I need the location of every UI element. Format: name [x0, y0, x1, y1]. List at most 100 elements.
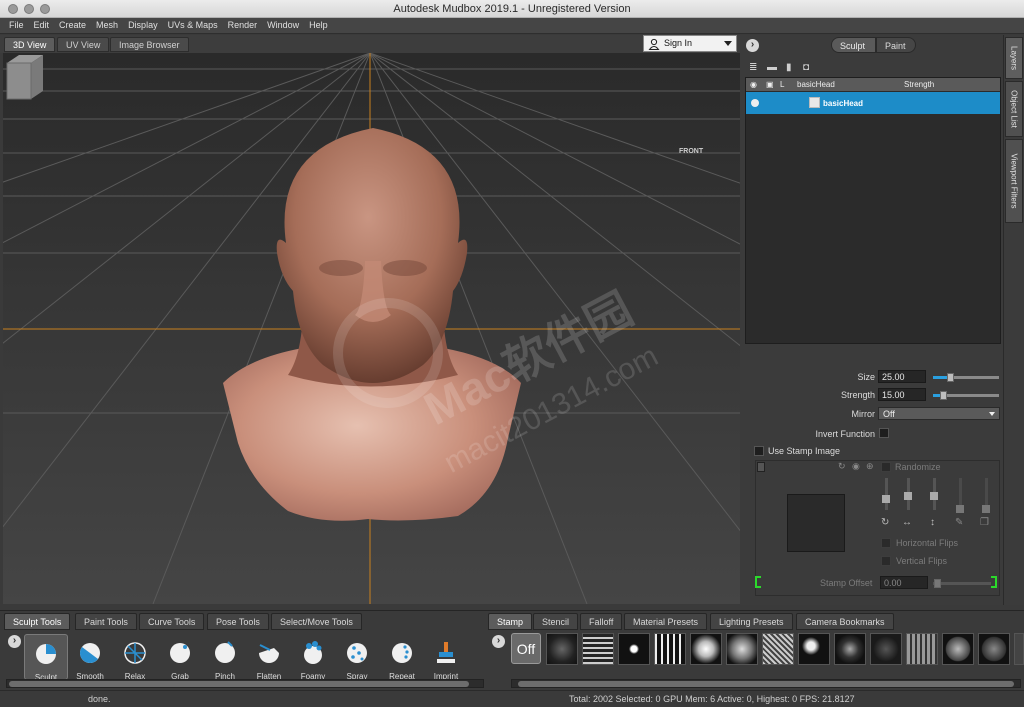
- invert-function-checkbox[interactable]: [879, 428, 889, 438]
- stamp-tray-expand-button[interactable]: ›: [492, 635, 505, 648]
- eye-icon[interactable]: ◉: [750, 80, 757, 89]
- vertical-flips-checkbox[interactable]: [881, 556, 891, 566]
- menu-file[interactable]: File: [0, 18, 29, 32]
- menu-edit[interactable]: Edit: [29, 18, 55, 32]
- use-stamp-image-checkbox[interactable]: [754, 446, 764, 456]
- side-tabs: Layers Object List Viewport Filters: [1003, 35, 1024, 605]
- tab-stamp[interactable]: Stamp: [488, 613, 533, 630]
- menu-window[interactable]: Window: [262, 18, 304, 32]
- tab-material-presets[interactable]: Material Presets: [624, 613, 708, 630]
- stamp-thumb[interactable]: [762, 633, 794, 665]
- tool-foamy[interactable]: Foamy: [291, 634, 335, 680]
- tab-sculpt-tools[interactable]: Sculpt Tools: [4, 613, 71, 630]
- tab-stencil[interactable]: Stencil: [533, 613, 579, 630]
- rotate-icon[interactable]: ↻: [838, 461, 846, 472]
- randomize-checkbox[interactable]: [881, 462, 891, 472]
- tool-spray[interactable]: Spray: [335, 634, 379, 680]
- visibility-dot-icon[interactable]: [751, 99, 759, 107]
- collapse-panel-button[interactable]: ›: [746, 39, 759, 52]
- tool-repeat[interactable]: Repeat: [380, 634, 424, 680]
- horizontal-flips-checkbox[interactable]: [881, 538, 891, 548]
- stamp-scroll-handle[interactable]: [757, 462, 765, 472]
- tool-relax[interactable]: Relax: [113, 634, 157, 680]
- 3d-viewport[interactable]: FRONT Mac软件园 macit201314.com: [3, 53, 740, 604]
- stamp-thumb[interactable]: [726, 633, 758, 665]
- tab-pose-tools[interactable]: Pose Tools: [207, 613, 269, 630]
- layer-name-column: basicHead: [797, 80, 835, 89]
- side-tab-object-list[interactable]: Object List: [1005, 81, 1023, 137]
- new-layer-icon[interactable]: ≣: [749, 62, 757, 73]
- mirror-dropdown[interactable]: Off: [878, 407, 1000, 420]
- stamp-offset-slider[interactable]: [933, 579, 991, 588]
- side-tab-layers[interactable]: Layers: [1005, 37, 1023, 79]
- stamp-thumb[interactable]: [618, 633, 650, 665]
- mirror-label: Mirror: [851, 409, 876, 419]
- stamp-thumb[interactable]: [978, 633, 1010, 665]
- menu-help[interactable]: Help: [304, 18, 333, 32]
- tab-paint-tools[interactable]: Paint Tools: [75, 613, 137, 630]
- stamp-thumb[interactable]: [690, 633, 722, 665]
- tool-flatten[interactable]: Flatten: [247, 634, 291, 680]
- stamp-preview-box[interactable]: [787, 494, 845, 552]
- sculpt-mode-button[interactable]: Sculpt: [831, 37, 876, 53]
- globe-icon[interactable]: ⊕: [866, 461, 874, 472]
- tool-imprint[interactable]: Imprint: [424, 634, 468, 680]
- strength-field[interactable]: 15.00: [878, 388, 926, 401]
- stamp-thumb[interactable]: [942, 633, 974, 665]
- tool-pinch[interactable]: Pinch: [203, 634, 247, 680]
- stamp-thumb[interactable]: [546, 633, 578, 665]
- stamp-thumb[interactable]: [1014, 633, 1024, 665]
- tab-3d-view[interactable]: 3D View: [4, 37, 56, 52]
- tab-curve-tools[interactable]: Curve Tools: [139, 613, 205, 630]
- menu-display[interactable]: Display: [123, 18, 163, 32]
- tab-uv-view[interactable]: UV View: [57, 37, 110, 52]
- menu-render[interactable]: Render: [223, 18, 263, 32]
- copy-icon[interactable]: ❐: [980, 517, 989, 528]
- paint-mode-button[interactable]: Paint: [876, 37, 916, 53]
- grab-tool-icon: [170, 643, 190, 663]
- stamp-slider-1[interactable]: [885, 478, 888, 510]
- tab-image-browser[interactable]: Image Browser: [110, 37, 189, 52]
- menu-create[interactable]: Create: [54, 18, 91, 32]
- rotate-stamp-icon[interactable]: ↻: [881, 517, 889, 528]
- menu-mesh[interactable]: Mesh: [91, 18, 123, 32]
- trash-icon[interactable]: ▮: [786, 62, 792, 73]
- stamp-tray-scrollbar[interactable]: [511, 679, 1021, 688]
- viewport-scene: [3, 53, 740, 604]
- size-slider[interactable]: [933, 373, 999, 382]
- eye-icon[interactable]: ◉: [852, 461, 860, 472]
- mirror-value: Off: [883, 409, 895, 419]
- tool-tray-scrollbar[interactable]: [6, 679, 484, 688]
- sign-in-dropdown[interactable]: Sign In: [643, 35, 737, 52]
- randomize-label: Randomize: [895, 462, 941, 472]
- status-message: done.: [88, 694, 111, 704]
- tool-grab[interactable]: Grab: [158, 634, 202, 680]
- stamp-thumb[interactable]: [834, 633, 866, 665]
- tool-sculpt[interactable]: Sculpt: [24, 634, 68, 681]
- layer-row[interactable]: basicHead: [746, 92, 1000, 114]
- stamp-thumb[interactable]: [906, 633, 938, 665]
- vertical-arrows-icon[interactable]: ↕: [930, 517, 935, 528]
- horizontal-arrows-icon[interactable]: ↔: [902, 517, 912, 528]
- tool-tray-expand-button[interactable]: ›: [8, 635, 21, 648]
- stamp-thumb[interactable]: [798, 633, 830, 665]
- size-field[interactable]: 25.00: [878, 370, 926, 383]
- stamp-thumb[interactable]: [582, 633, 614, 665]
- tab-select-move-tools[interactable]: Select/Move Tools: [271, 613, 362, 630]
- tab-falloff[interactable]: Falloff: [580, 613, 623, 630]
- tab-lighting-presets[interactable]: Lighting Presets: [710, 613, 793, 630]
- edit-icon[interactable]: ✎: [955, 517, 963, 528]
- camera-icon[interactable]: ◘: [803, 62, 809, 73]
- lock-icon[interactable]: ▣: [766, 80, 774, 89]
- menu-uvs-maps[interactable]: UVs & Maps: [163, 18, 223, 32]
- stamp-thumb[interactable]: [654, 633, 686, 665]
- viewcube-widget[interactable]: [3, 53, 45, 101]
- folder-icon[interactable]: ▬: [767, 62, 777, 73]
- stamp-thumb[interactable]: [870, 633, 902, 665]
- stamp-offset-field[interactable]: 0.00: [880, 576, 928, 589]
- stamp-off-button[interactable]: Off: [511, 633, 541, 664]
- side-tab-viewport-filters[interactable]: Viewport Filters: [1005, 139, 1023, 223]
- strength-slider[interactable]: [933, 391, 999, 400]
- tab-camera-bookmarks[interactable]: Camera Bookmarks: [796, 613, 894, 630]
- tool-smooth[interactable]: Smooth: [68, 634, 112, 680]
